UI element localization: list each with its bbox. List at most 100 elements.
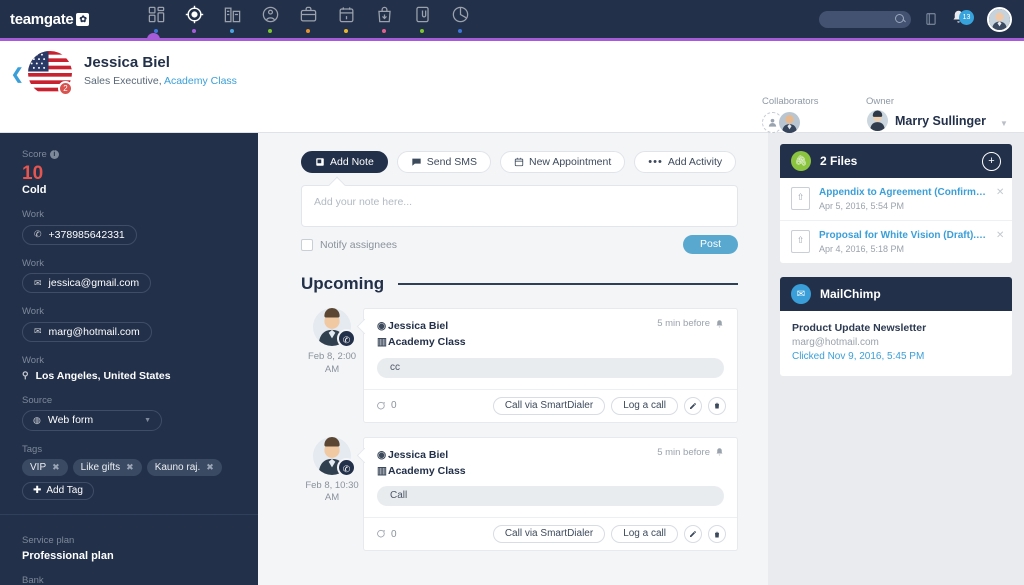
tab-add-note[interactable]: Add Note	[301, 151, 388, 173]
nav-dot-companies	[230, 29, 235, 33]
note-input[interactable]: Add your note here...	[301, 185, 738, 227]
collaborator-avatar[interactable]	[778, 111, 801, 134]
note-composer: Add your note here...	[301, 176, 738, 227]
nav-item-reports[interactable]	[441, 5, 479, 33]
nav-item-shop[interactable]	[365, 5, 403, 33]
tag-item[interactable]: VIP ✖	[22, 458, 68, 476]
owner-block: Owner Marry Sullinger	[866, 96, 986, 132]
dots-icon: •••	[648, 156, 663, 168]
nav-item-calendar[interactable]	[327, 5, 365, 33]
nav-dot-deals	[306, 29, 311, 33]
newsletter-clicked-status[interactable]: Clicked Nov 9, 2016, 5:45 PM	[792, 351, 1000, 362]
building-icon	[224, 7, 241, 23]
tag-item[interactable]: Like gifts ✖	[72, 458, 142, 476]
owner-row[interactable]: Marry Sullinger	[866, 109, 986, 132]
tab-label: Add Note	[330, 156, 374, 168]
email2-chip[interactable]: ✉ marg@hotmail.com	[22, 321, 152, 342]
edit-activity-button[interactable]	[684, 396, 702, 415]
mailchimp-card: ✉ MailChimp Product Update Newsletter ma…	[780, 277, 1012, 376]
envelope-icon: ✉	[34, 326, 42, 336]
pencil-icon	[690, 402, 696, 409]
files-card: 🖇 2 Files + Appendix to Agreement (Confi…	[780, 144, 1012, 263]
activity-person[interactable]: Jessica Biel	[388, 320, 448, 332]
notify-assignees-checkbox[interactable]	[301, 238, 313, 251]
close-icon[interactable]: ✖	[52, 462, 60, 473]
bell-icon	[716, 448, 723, 456]
info-icon[interactable]: i	[49, 150, 59, 159]
nav-item-companies[interactable]	[213, 5, 251, 33]
activity-footer: 0 Call via SmartDialer Log a call	[364, 388, 737, 422]
remove-file-icon[interactable]: ✕	[996, 187, 1004, 198]
score-section: Score i 10 Cold	[22, 149, 236, 196]
owner-label: Owner	[866, 96, 894, 107]
comment-icon	[377, 530, 385, 538]
file-name[interactable]: Proposal for White Vision (Draft).pdf	[819, 230, 987, 241]
file-name[interactable]: Appendix to Agreement (Confirmed).d...	[819, 187, 987, 198]
email2-label: Work	[22, 306, 44, 317]
nav-item-deals[interactable]	[289, 5, 327, 33]
app-root: teamgate ✿ 13 ❮ 2 Jessica Biel Sales Exe…	[0, 0, 1024, 585]
log-a-call-button[interactable]: Log a call	[611, 525, 678, 544]
activity-date: Feb 8, 10:30 AM	[305, 479, 359, 504]
remove-file-icon[interactable]: ✕	[996, 230, 1004, 241]
notebook-icon[interactable]	[924, 11, 938, 27]
search-input[interactable]	[819, 10, 911, 28]
comment-count[interactable]: 0	[375, 400, 397, 411]
sidebar-divider	[0, 513, 258, 515]
tab-label: Send SMS	[426, 156, 477, 168]
nav-item-dashboard[interactable]	[137, 5, 175, 33]
owner-chevron-down-icon[interactable]: ▼	[1000, 119, 1008, 128]
nav-item-documents[interactable]	[403, 5, 441, 33]
map-pin-icon: ⚲	[22, 370, 29, 380]
app-logo[interactable]: teamgate ✿	[0, 10, 90, 28]
notifications-button[interactable]: 13	[951, 9, 974, 30]
add-file-button[interactable]: +	[982, 151, 1001, 171]
mailchimp-card-header: ✉ MailChimp	[780, 277, 1012, 311]
comment-count[interactable]: 0	[375, 529, 397, 540]
activity-company[interactable]: Academy Class	[388, 465, 466, 477]
phone-label: Work	[22, 209, 44, 220]
newsletter-email: marg@hotmail.com	[792, 337, 879, 348]
source-dropdown[interactable]: ◍ Web form ▼	[22, 409, 162, 431]
close-icon[interactable]: ✖	[206, 462, 214, 473]
activity-company[interactable]: Academy Class	[388, 336, 466, 348]
add-tag-button[interactable]: ✚ Add Tag	[22, 481, 94, 500]
nav-dot-documents	[420, 29, 425, 33]
activity-person[interactable]: Jessica Biel	[388, 449, 448, 461]
tag-item[interactable]: Kauno raj. ✖	[146, 458, 222, 476]
owner-avatar	[866, 109, 889, 132]
tab-send-sms[interactable]: Send SMS	[396, 151, 491, 173]
file-date: Apr 5, 2016, 5:54 PM	[819, 201, 905, 211]
logo-text: teamgate	[10, 10, 74, 28]
tab-new-appointment[interactable]: New Appointment	[499, 151, 626, 173]
calendar-icon	[514, 157, 524, 167]
call-via-smartdialer-button[interactable]: Call via SmartDialer	[492, 525, 606, 544]
file-icon	[791, 187, 810, 210]
nav-item-leads[interactable]	[175, 5, 213, 33]
reminder-label: 5 min before	[657, 318, 710, 329]
activity-tabs: Add Note Send SMS New Appointment ••• Ad…	[301, 151, 738, 173]
close-icon[interactable]: ✖	[126, 462, 134, 473]
files-card-header: 🖇 2 Files +	[780, 144, 1012, 178]
pie-chart-icon	[452, 6, 469, 23]
tab-add-activity[interactable]: ••• Add Activity	[634, 151, 737, 173]
post-button[interactable]: Post	[682, 235, 738, 254]
user-avatar[interactable]	[987, 6, 1012, 32]
back-button[interactable]: ❮	[11, 65, 24, 83]
call-via-smartdialer-button[interactable]: Call via SmartDialer	[492, 396, 606, 415]
bell-icon	[716, 319, 723, 327]
profile-company-link[interactable]: Academy Class	[164, 75, 237, 87]
email1-chip[interactable]: ✉ jessica@gmail.com	[22, 273, 152, 293]
tab-label: New Appointment	[528, 156, 612, 168]
delete-activity-button[interactable]	[708, 525, 726, 544]
nav-dot-calendar	[344, 29, 349, 33]
delete-activity-button[interactable]	[708, 396, 726, 415]
edit-activity-button[interactable]	[684, 525, 702, 544]
phone-chip[interactable]: ✆ +378985642331	[22, 224, 137, 245]
log-a-call-button[interactable]: Log a call	[611, 396, 678, 415]
page-title: Jessica Biel	[84, 54, 170, 71]
service-plan-label: Service plan	[22, 534, 75, 546]
nav-item-people[interactable]	[251, 5, 289, 33]
activity-body: 5 min before ◉ Jessica Biel ▥Academy Clas…	[364, 438, 737, 518]
lead-details-sidebar: Score i 10 Cold Work ✆ +378985642331 Work…	[0, 133, 258, 585]
